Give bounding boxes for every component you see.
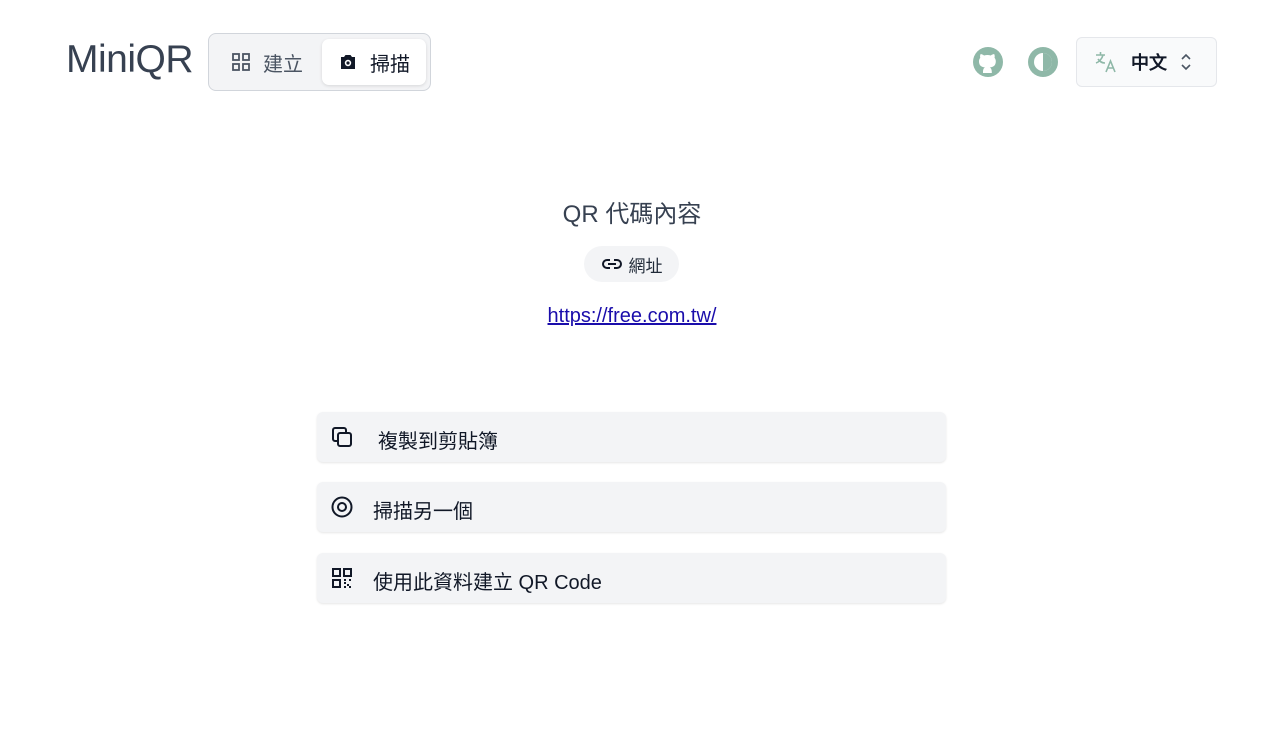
content-title: QR 代碼內容: [562, 201, 702, 228]
grid-icon: [231, 52, 251, 72]
mode-switch: 建立 掃描: [208, 33, 431, 91]
camera-icon: [338, 52, 358, 72]
create-qr-label: 使用此資料建立 QR Code: [373, 572, 602, 594]
theme-toggle-icon: [1027, 46, 1059, 78]
type-label: 網址: [628, 256, 663, 276]
header: MiniQR 建立 掃描 中文: [0, 0, 1280, 124]
github-icon: [972, 46, 1004, 78]
copy-label: 複製到剪貼簿: [378, 431, 498, 453]
type-badge: 網址: [584, 246, 679, 282]
scan-mode-label: 掃描: [370, 53, 410, 76]
github-link[interactable]: [972, 46, 1004, 78]
language-label: 中文: [1131, 53, 1167, 73]
translate-icon: [1093, 49, 1119, 75]
copy-icon: [330, 425, 354, 449]
scan-another-label: 掃描另一個: [373, 501, 473, 523]
theme-toggle-button[interactable]: [1027, 46, 1059, 78]
copy-button[interactable]: 複製到剪貼簿: [317, 412, 946, 462]
scan-mode-button[interactable]: 掃描: [322, 39, 426, 85]
chevron-up-down-icon: [1179, 52, 1193, 72]
app-logo[interactable]: MiniQR: [66, 38, 194, 82]
url-display: https://free.com.tw/: [0, 305, 1264, 328]
create-mode-button[interactable]: 建立: [219, 39, 319, 85]
language-select[interactable]: 中文: [1076, 37, 1217, 87]
link-icon: [601, 253, 623, 275]
scan-another-button[interactable]: 掃描另一個: [317, 482, 946, 532]
url-link[interactable]: https://free.com.tw/: [548, 305, 717, 327]
scan-target-icon: [330, 495, 354, 519]
qr-code-icon: [330, 566, 354, 590]
create-mode-label: 建立: [263, 53, 303, 76]
create-qr-from-data-button[interactable]: 使用此資料建立 QR Code: [317, 553, 946, 603]
